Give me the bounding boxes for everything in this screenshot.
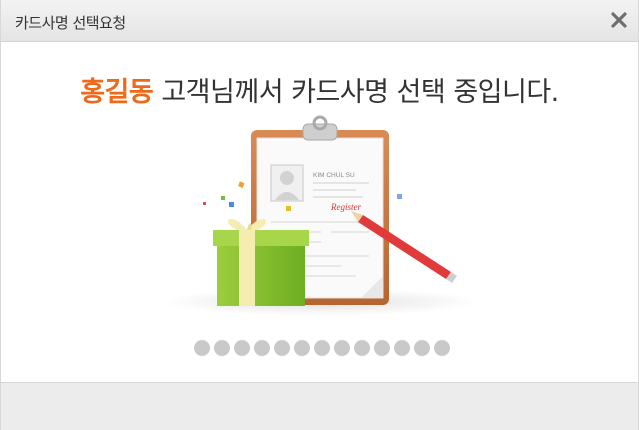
progress-dot <box>194 340 210 356</box>
progress-dot <box>234 340 250 356</box>
progress-dot <box>334 340 350 356</box>
progress-dot <box>294 340 310 356</box>
stamp-text: Register <box>330 202 361 212</box>
progress-dot <box>274 340 290 356</box>
dialog-title: 카드사명 선택요청 <box>15 14 126 32</box>
gift-box-icon <box>213 219 309 306</box>
card-select-dialog: 카드사명 선택요청 홍길동 고객님께서 카드사명 선택 중입니다. KIM CH… <box>0 0 639 430</box>
dialog-titlebar: 카드사명 선택요청 <box>1 0 638 42</box>
registration-illustration: KIM CHUL SU Register <box>161 115 481 316</box>
progress-dot <box>314 340 330 356</box>
progress-dot <box>214 340 230 356</box>
progress-dot <box>254 340 270 356</box>
close-icon[interactable] <box>610 11 628 29</box>
status-message-text: 고객님께서 카드사명 선택 중입니다. <box>153 77 559 108</box>
progress-dot <box>434 340 450 356</box>
customer-name: 홍길동 <box>80 77 154 108</box>
progress-dot <box>394 340 410 356</box>
status-message: 홍길동 고객님께서 카드사명 선택 중입니다. <box>1 70 638 109</box>
profile-photo-icon <box>270 164 304 202</box>
progress-dot <box>374 340 390 356</box>
progress-dots <box>194 340 450 356</box>
progress-dot <box>354 340 370 356</box>
progress-dot <box>414 340 430 356</box>
dialog-footer <box>1 382 638 430</box>
form-name: KIM CHUL SU <box>313 172 355 179</box>
